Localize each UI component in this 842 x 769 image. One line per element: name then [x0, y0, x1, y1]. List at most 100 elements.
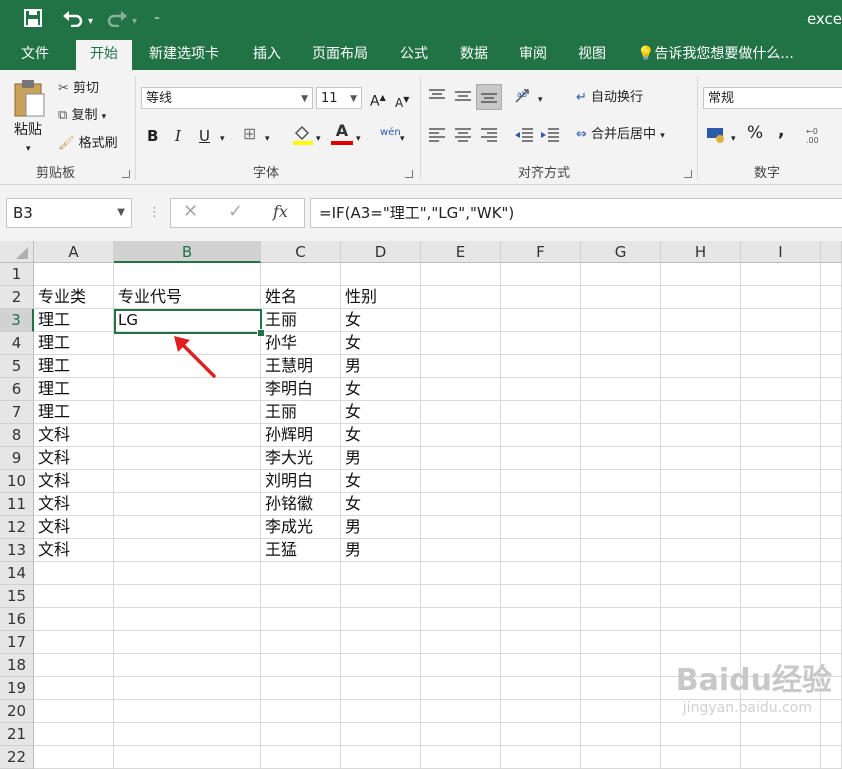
- column-header-b[interactable]: B: [114, 241, 261, 263]
- format-painter-button[interactable]: 🖌 格式刷: [58, 135, 118, 153]
- cell-d12[interactable]: 男: [341, 516, 421, 539]
- cell-i15[interactable]: [741, 585, 821, 608]
- cell-d22[interactable]: [341, 746, 421, 769]
- cell-e5[interactable]: [421, 355, 501, 378]
- cell-g3[interactable]: [581, 309, 661, 332]
- cell-c9[interactable]: 李大光: [261, 447, 341, 470]
- cell-e17[interactable]: [421, 631, 501, 654]
- cell-c21[interactable]: [261, 723, 341, 746]
- cell-f3[interactable]: [501, 309, 581, 332]
- cell-d16[interactable]: [341, 608, 421, 631]
- cell-c16[interactable]: [261, 608, 341, 631]
- cell-i12[interactable]: [741, 516, 821, 539]
- cell-e4[interactable]: [421, 332, 501, 355]
- cell-j8[interactable]: [821, 424, 842, 447]
- cell-e20[interactable]: [421, 700, 501, 723]
- cell-c19[interactable]: [261, 677, 341, 700]
- row-header-15[interactable]: 15: [0, 585, 34, 608]
- cell-i22[interactable]: [741, 746, 821, 769]
- paste-label[interactable]: 粘贴: [14, 121, 42, 139]
- cell-d17[interactable]: [341, 631, 421, 654]
- cell-a2[interactable]: 专业类: [34, 286, 114, 309]
- cell-g15[interactable]: [581, 585, 661, 608]
- cell-c18[interactable]: [261, 654, 341, 677]
- cell-i2[interactable]: [741, 286, 821, 309]
- cell-f15[interactable]: [501, 585, 581, 608]
- cell-e21[interactable]: [421, 723, 501, 746]
- cell-a20[interactable]: [34, 700, 114, 723]
- cell-i13[interactable]: [741, 539, 821, 562]
- tell-me-box[interactable]: 💡告诉我您想要做什么...: [637, 44, 794, 64]
- cell-j6[interactable]: [821, 378, 842, 401]
- chevron-down-icon[interactable]: ▼: [117, 199, 125, 227]
- cell-j5[interactable]: [821, 355, 842, 378]
- cell-j22[interactable]: [821, 746, 842, 769]
- cell-i7[interactable]: [741, 401, 821, 424]
- cell-b8[interactable]: [114, 424, 261, 447]
- cell-d4[interactable]: 女: [341, 332, 421, 355]
- decrease-font-size-icon[interactable]: A▼: [395, 91, 409, 112]
- cell-h12[interactable]: [661, 516, 741, 539]
- undo-dropdown-icon[interactable]: ▾: [88, 12, 93, 32]
- cell-g16[interactable]: [581, 608, 661, 631]
- cell-e15[interactable]: [421, 585, 501, 608]
- cell-a17[interactable]: [34, 631, 114, 654]
- cell-c5[interactable]: 王慧明: [261, 355, 341, 378]
- cell-i6[interactable]: [741, 378, 821, 401]
- cell-g5[interactable]: [581, 355, 661, 378]
- row-header-12[interactable]: 12: [0, 516, 34, 539]
- tab-data[interactable]: 数据: [460, 44, 488, 64]
- paste-dropdown-icon[interactable]: ▾: [26, 140, 31, 158]
- cell-c6[interactable]: 李明白: [261, 378, 341, 401]
- row-header-6[interactable]: 6: [0, 378, 34, 401]
- cell-h1[interactable]: [661, 263, 741, 286]
- column-header-a[interactable]: A: [34, 241, 114, 263]
- cell-f1[interactable]: [501, 263, 581, 286]
- cell-h2[interactable]: [661, 286, 741, 309]
- cell-i11[interactable]: [741, 493, 821, 516]
- row-header-8[interactable]: 8: [0, 424, 34, 447]
- cell-g19[interactable]: [581, 677, 661, 700]
- cell-c8[interactable]: 孙辉明: [261, 424, 341, 447]
- cell-j14[interactable]: [821, 562, 842, 585]
- cell-j2[interactable]: [821, 286, 842, 309]
- cell-j17[interactable]: [821, 631, 842, 654]
- copy-dropdown-icon[interactable]: ▾: [102, 112, 107, 122]
- cell-g14[interactable]: [581, 562, 661, 585]
- drag-handle-icon[interactable]: ⋮: [148, 204, 161, 222]
- cell-g11[interactable]: [581, 493, 661, 516]
- cell-j9[interactable]: [821, 447, 842, 470]
- cell-h21[interactable]: [661, 723, 741, 746]
- cell-f14[interactable]: [501, 562, 581, 585]
- tab-formulas[interactable]: 公式: [400, 44, 428, 64]
- font-color-icon[interactable]: A: [331, 122, 353, 145]
- cell-e10[interactable]: [421, 470, 501, 493]
- cell-h8[interactable]: [661, 424, 741, 447]
- cell-c15[interactable]: [261, 585, 341, 608]
- cell-a11[interactable]: 文科: [34, 493, 114, 516]
- middle-align-icon[interactable]: [454, 88, 472, 108]
- fill-color-dropdown-icon[interactable]: ▾: [316, 130, 321, 148]
- cell-d13[interactable]: 男: [341, 539, 421, 562]
- cell-f2[interactable]: [501, 286, 581, 309]
- cell-h7[interactable]: [661, 401, 741, 424]
- top-align-icon[interactable]: [428, 88, 446, 108]
- cell-e14[interactable]: [421, 562, 501, 585]
- increase-indent-icon[interactable]: [540, 127, 560, 147]
- row-header-5[interactable]: 5: [0, 355, 34, 378]
- cell-h13[interactable]: [661, 539, 741, 562]
- cell-g22[interactable]: [581, 746, 661, 769]
- select-all-button[interactable]: [0, 241, 34, 263]
- cell-f22[interactable]: [501, 746, 581, 769]
- cell-a8[interactable]: 文科: [34, 424, 114, 447]
- cell-g13[interactable]: [581, 539, 661, 562]
- cell-e22[interactable]: [421, 746, 501, 769]
- comma-button[interactable]: ,: [778, 122, 784, 140]
- merge-dropdown-icon[interactable]: ▾: [660, 131, 665, 141]
- cell-b7[interactable]: [114, 401, 261, 424]
- insert-function-button[interactable]: fx: [273, 203, 288, 221]
- cell-d8[interactable]: 女: [341, 424, 421, 447]
- cell-j1[interactable]: [821, 263, 842, 286]
- cell-d5[interactable]: 男: [341, 355, 421, 378]
- cell-h14[interactable]: [661, 562, 741, 585]
